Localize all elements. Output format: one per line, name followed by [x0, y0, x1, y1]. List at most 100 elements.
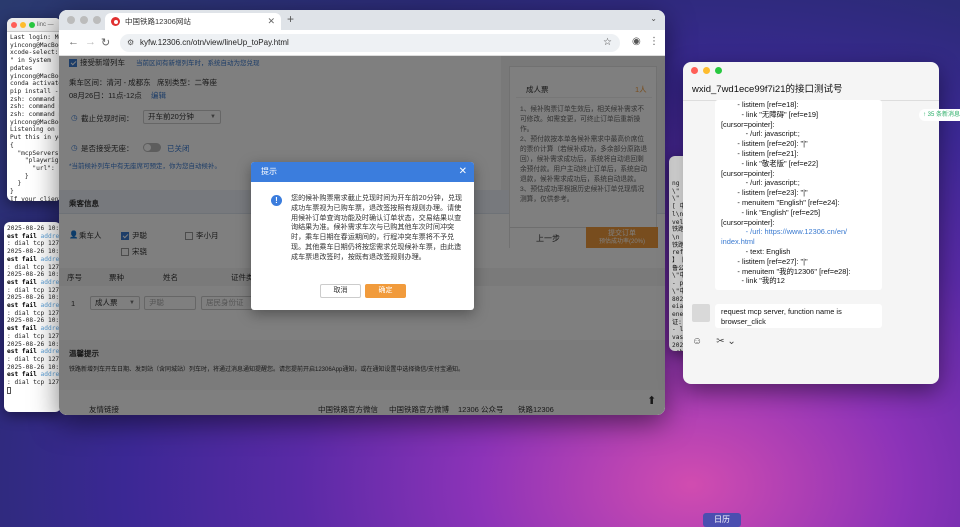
terminal-line: If your client — [10, 195, 61, 201]
message-line: - /url: javascript:; — [721, 178, 800, 188]
terminal-line: : dial tcp 127. — [7, 263, 61, 271]
message-line: - link "English" [ref=e25] — [721, 207, 821, 217]
terminal-window-bottom[interactable]: 2025-08-26 10: est fail addre: dial tcp 1… — [4, 222, 61, 412]
railway-logo-icon — [111, 17, 120, 26]
message-line: - listitem [ref=e27]: "|" — [721, 256, 808, 266]
terminal-line: } — [10, 188, 14, 196]
forward-icon[interactable]: → — [85, 36, 96, 48]
message-line: - link "我的12 — [721, 276, 785, 286]
message-line: index.html — [721, 237, 755, 247]
address-bar[interactable]: ⚙ kyfw.12306.cn/otn/view/lineUp_toPay.ht… — [120, 34, 620, 52]
terminal-line: est fail addre — [7, 232, 60, 240]
message-line: [cursor=pointer]: — [721, 168, 775, 178]
terminal-line: zsh: command n — [10, 111, 61, 119]
terminal-line: conda activate — [10, 80, 61, 88]
terminal-line: " in System — [10, 57, 51, 65]
dialog-title: 提示 — [261, 167, 277, 176]
terminal-line: Put this in yo — [10, 134, 61, 142]
message-line: - listitem [ref=e21]: — [721, 148, 799, 158]
scissors-icon[interactable]: ✂ ⌄ — [716, 336, 736, 347]
terminal-line: zsh: command n — [10, 95, 61, 103]
terminal-line: 2025-08-26 10: — [7, 225, 60, 232]
terminal-line: pip install -r — [10, 87, 61, 95]
terminal-line: : dial tcp 127. — [7, 286, 61, 294]
new-tab-icon[interactable]: + — [287, 12, 294, 26]
message-line: - link "无障碍" [ref=e19] — [721, 109, 819, 119]
message-line: request mcp server, function name is — [721, 307, 842, 316]
terminal-line: Listening on h — [10, 126, 61, 134]
url-text: kyfw.12306.cn/otn/view/lineUp_toPay.html — [140, 38, 289, 47]
message-line: - text: English — [721, 246, 791, 256]
terminal-line: est fail addre — [7, 278, 60, 286]
message-line: - menuitem "English" [ref=e24]: — [721, 197, 840, 207]
new-messages-badge[interactable]: ↑ 35 条新消息 — [919, 109, 960, 121]
terminal-title-bar[interactable]: linc — — [7, 18, 61, 32]
terminal-line: } — [10, 172, 29, 180]
terminal-line: est fail addre — [7, 348, 60, 356]
site-info-icon[interactable]: ⚙ — [127, 34, 134, 52]
message-line: - /url: https://www.12306.cn/en/ — [721, 227, 848, 237]
terminal-cursor — [7, 386, 11, 394]
terminal-line: Last login: Mo — [10, 34, 61, 41]
terminal-line: yincong@MacBoo — [10, 72, 61, 80]
emoji-icon[interactable]: ☺ — [692, 336, 702, 347]
dialog-header: 提示 ✕ — [251, 162, 474, 182]
tab-bar: 中国铁路12306网站 ✕ + ⌄ — [59, 10, 665, 30]
message-line: - listitem [ref=e20]: "|" — [721, 139, 808, 149]
message-line: browser_click — [721, 316, 766, 326]
terminal-line: : dial tcp 127. — [7, 379, 61, 387]
terminal-line: "url": " — [10, 164, 61, 172]
menu-kebab-icon[interactable]: ⋮ — [649, 36, 659, 47]
avatar[interactable] — [692, 304, 710, 322]
terminal-line: 2025-08-26 10: — [7, 248, 60, 256]
calendar-dock-label: 日历 — [703, 513, 741, 527]
message-line: - menuitem "我的12306" [ref=e28]: — [721, 266, 851, 276]
terminal-line: : dial tcp 127. — [7, 240, 61, 248]
terminal-line: 2025-08-26 10: — [7, 294, 60, 302]
tab-12306[interactable]: 中国铁路12306网站 ✕ — [105, 13, 281, 30]
message-bubble-request[interactable]: request mcp server, function name is brow… — [715, 304, 882, 328]
message-line: - listitem [ref=e18]: — [721, 100, 799, 109]
terminal-line: 2025-08-26 10: — [7, 271, 60, 279]
confirm-button[interactable]: 确定 — [365, 284, 406, 298]
message-line: - /url: javascript:; — [721, 129, 800, 139]
reload-icon[interactable]: ↻ — [101, 36, 110, 49]
terminal-line: "mcpServers" — [10, 149, 61, 157]
terminal-line: est fail addre — [7, 302, 60, 310]
message-line: [cursor=pointer]: — [721, 217, 775, 227]
profile-icon[interactable]: ◉ — [632, 36, 641, 47]
close-icon[interactable]: ✕ — [459, 162, 467, 182]
message-line: - listitem [ref=e23]: "|" — [721, 188, 808, 198]
terminal-line: { — [10, 141, 14, 149]
bookmark-star-icon[interactable]: ☆ — [603, 34, 612, 52]
terminal-line: "playwrigh — [10, 157, 61, 165]
terminal-line: : dial tcp 127. — [7, 309, 61, 317]
terminal-line: pdates — [10, 64, 33, 72]
message-line: - link "敬老版" [ref=e22] — [721, 158, 819, 168]
terminal-line: est fail addre — [7, 255, 60, 263]
back-icon[interactable]: ← — [68, 36, 79, 48]
terminal-line: est fail addre — [7, 325, 60, 333]
close-icon[interactable]: ✕ — [267, 13, 275, 30]
chat-title: wxid_7wd1ece99f7i21的接口测试号 — [692, 84, 843, 95]
dialog-message: 您的候补购票需求截止兑现时间为开车前20分钟，兑现成功车票视为已购车票，退改签按… — [291, 194, 463, 261]
terminal-output[interactable]: Last login: Mo yincong@MacBoo xcode-select… — [7, 32, 61, 201]
message-bubble-snapshot[interactable]: - listitem [ref=e18]: - link "无障碍" [ref=… — [715, 100, 882, 290]
cancel-button[interactable]: 取消 — [320, 284, 361, 298]
terminal-line: 2025-08-26 10: — [7, 317, 60, 325]
info-icon: ! — [271, 195, 282, 206]
browser-toolbar: ← → ↻ ⚙ kyfw.12306.cn/otn/view/lineUp_to… — [59, 30, 665, 56]
chat-toolbar: ☺ ✂ ⌄ — [692, 336, 736, 347]
terminal-line: } — [10, 180, 22, 188]
terminal-line: : dial tcp 127. — [7, 332, 61, 340]
terminal-window-top[interactable]: linc — Last login: Mo yincong@MacBoo xcode… — [7, 18, 61, 201]
terminal-line: xcode-select: — [10, 49, 59, 57]
terminal-line: zsh: command n — [10, 103, 61, 111]
terminal-line: yincong@MacBoo — [10, 41, 61, 49]
terminal-output-log[interactable]: 2025-08-26 10: est fail addre: dial tcp 1… — [4, 222, 61, 397]
message-line: [cursor=pointer]: — [721, 119, 775, 129]
terminal-line: : dial tcp 127. — [7, 355, 61, 363]
prompt-dialog: 提示 ✕ ! 您的候补购票需求截止兑现时间为开车前20分钟，兑现成功车票视为已购… — [251, 162, 474, 310]
wechat-window[interactable]: wxid_7wd1ece99f7i21的接口测试号 - listitem [re… — [683, 62, 939, 384]
chevron-down-icon[interactable]: ⌄ — [650, 14, 657, 23]
